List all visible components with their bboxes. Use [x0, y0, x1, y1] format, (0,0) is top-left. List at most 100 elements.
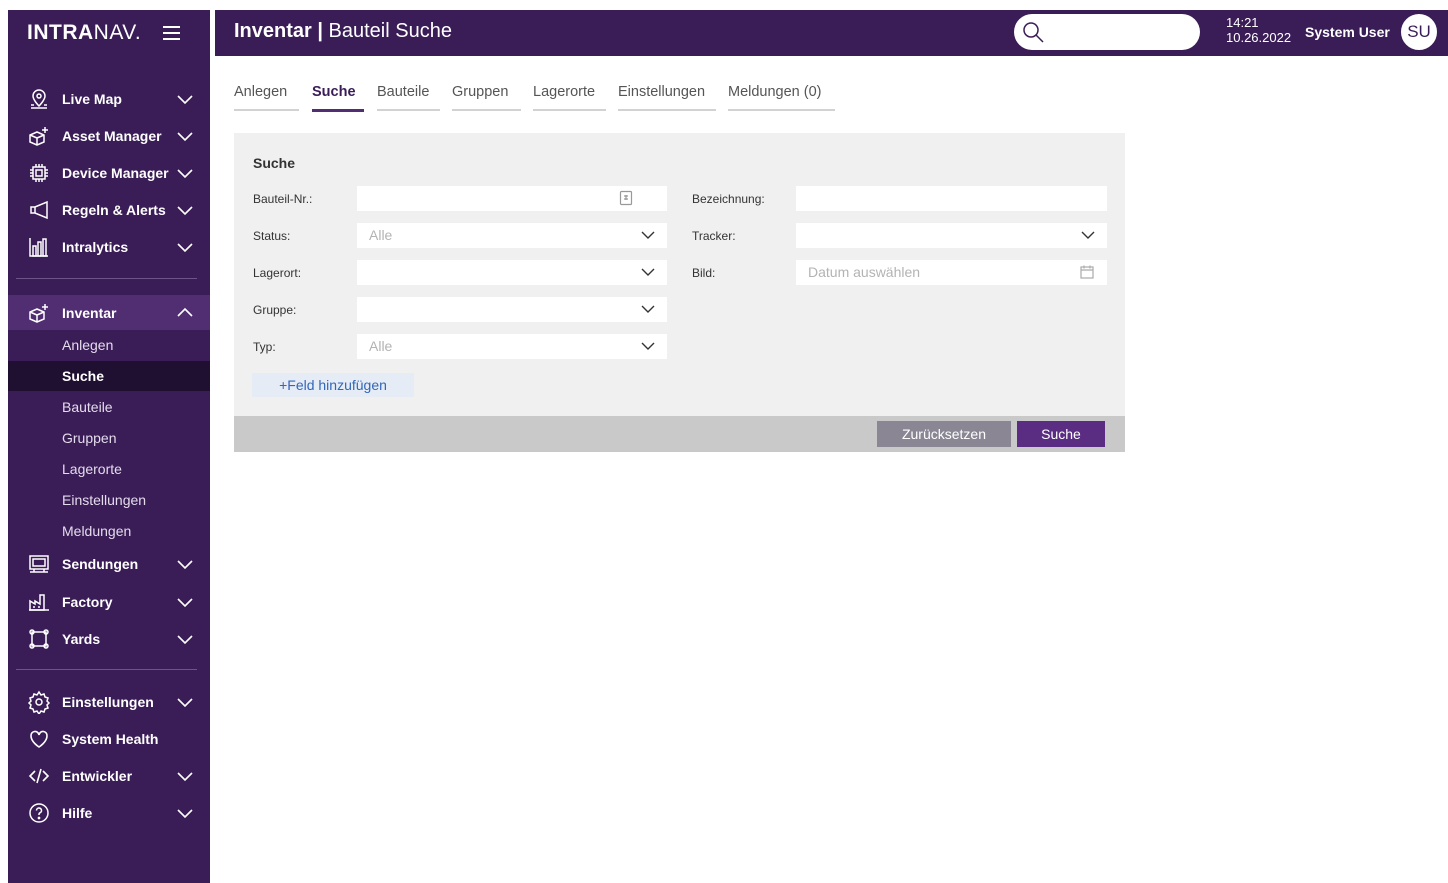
sidebar-item-asset-manager[interactable]: Asset Manager — [8, 119, 210, 152]
sidebar-subitem-bauteile[interactable]: Bauteile — [8, 392, 210, 422]
lagerort-select[interactable] — [357, 260, 667, 285]
chevron-down-icon[interactable] — [175, 200, 195, 220]
calendar-icon[interactable] — [1079, 264, 1095, 280]
sidebar-item-system-health[interactable]: System Health — [8, 722, 210, 755]
bild-date-picker[interactable]: Datum auswählen — [796, 260, 1107, 285]
tab-anlegen[interactable]: Anlegen — [234, 84, 299, 111]
typ-label: Typ: — [253, 340, 276, 354]
logo-bar: INTRANAV. — [8, 10, 210, 56]
gruppe-select[interactable] — [357, 297, 667, 322]
sidebar-divider — [16, 669, 197, 670]
sidebar-item-label: Inventar — [62, 304, 117, 321]
sidebar-item-sendungen[interactable]: Sendungen — [8, 547, 210, 580]
chevron-down-icon — [1081, 231, 1095, 239]
sidebar-subitem-einstellungen[interactable]: Einstellungen — [8, 485, 210, 515]
logo[interactable]: INTRANAV. — [27, 21, 141, 45]
tab-gruppen[interactable]: Gruppen — [452, 84, 521, 111]
sidebar-subitem-meldungen[interactable]: Meldungen — [8, 516, 210, 546]
typ-select[interactable]: Alle — [357, 334, 667, 359]
sidebar-item-einstellungen[interactable]: Einstellungen — [8, 685, 210, 718]
search-icon — [1023, 22, 1044, 43]
avatar[interactable]: SU — [1401, 14, 1437, 50]
add-field-button[interactable]: +Feld hinzufügen — [252, 373, 414, 397]
tab-lagerorte[interactable]: Lagerorte — [533, 84, 606, 111]
hamburger-menu-icon[interactable] — [163, 26, 181, 40]
chevron-down-icon[interactable] — [175, 629, 195, 649]
sidebar-item-label: Live Map — [62, 90, 122, 107]
global-search-input[interactable] — [1014, 14, 1200, 50]
chevron-down-icon — [641, 305, 655, 313]
sidebar-item-label: Regeln & Alerts — [62, 201, 166, 218]
search-button[interactable]: Suche — [1017, 421, 1105, 447]
sidebar-item-factory[interactable]: Factory — [8, 585, 210, 618]
factory-icon — [26, 589, 52, 615]
barcode-scan-icon[interactable] — [619, 190, 633, 206]
megaphone-icon — [26, 197, 52, 223]
tab-suche[interactable]: Suche — [312, 84, 364, 112]
chevron-down-icon — [641, 268, 655, 276]
sidebar-subitem-anlegen[interactable]: Anlegen — [8, 330, 210, 360]
user-name[interactable]: System User — [1305, 24, 1390, 40]
tab-bauteile[interactable]: Bauteile — [377, 84, 440, 111]
sidebar: INTRANAV. Live Map Asset Manager Device … — [8, 10, 210, 883]
sidebar-item-label: Hilfe — [62, 804, 93, 821]
tab-meldungen[interactable]: Meldungen (0) — [728, 84, 835, 111]
reset-button[interactable]: Zurücksetzen — [877, 421, 1011, 447]
bezeichnung-input[interactable] — [796, 186, 1107, 211]
tab-einstellungen[interactable]: Einstellungen — [618, 84, 716, 111]
sidebar-item-live-map[interactable]: Live Map — [8, 82, 210, 115]
chevron-down-icon[interactable] — [175, 89, 195, 109]
panel-footer: Zurücksetzen Suche — [234, 416, 1125, 452]
sidebar-subitem-lagerorte[interactable]: Lagerorte — [8, 454, 210, 484]
status-label: Status: — [253, 229, 291, 243]
sidebar-subitem-suche[interactable]: Suche — [8, 361, 210, 391]
date-text: 10.26.2022 — [1226, 30, 1292, 45]
sidebar-item-label: Einstellungen — [62, 693, 154, 710]
inventory-cube-icon — [26, 300, 52, 326]
tracker-label: Tracker: — [692, 229, 736, 243]
top-header: Inventar | Bauteil Suche 14:21 10.26.202… — [215, 10, 1448, 56]
chevron-down-icon[interactable] — [175, 163, 195, 183]
chevron-down-icon[interactable] — [175, 692, 195, 712]
asset-cube-icon — [26, 123, 52, 149]
sidebar-item-yards[interactable]: Yards — [8, 622, 210, 655]
gear-icon — [26, 689, 52, 715]
bar-chart-icon — [26, 234, 52, 260]
sidebar-divider — [16, 278, 197, 279]
sidebar-item-label: Entwickler — [62, 767, 133, 784]
chip-icon — [26, 160, 52, 186]
sidebar-item-label: Asset Manager — [62, 127, 162, 144]
sidebar-item-label: Factory — [62, 593, 113, 610]
chevron-down-icon — [641, 342, 655, 350]
chevron-down-icon[interactable] — [175, 126, 195, 146]
sidebar-item-device-manager[interactable]: Device Manager — [8, 156, 210, 189]
sidebar-item-intralytics[interactable]: Intralytics — [8, 230, 210, 263]
chevron-down-icon[interactable] — [175, 237, 195, 257]
sidebar-item-hilfe[interactable]: Hilfe — [8, 796, 210, 829]
bild-label: Bild: — [692, 266, 716, 280]
page-title: Inventar | Bauteil Suche — [234, 20, 452, 42]
sidebar-item-inventar[interactable]: Inventar — [8, 295, 210, 330]
chevron-down-icon[interactable] — [175, 803, 195, 823]
time-text: 14:21 — [1226, 15, 1259, 30]
bauteil-nr-input[interactable] — [357, 186, 667, 211]
bezeichnung-label: Bezeichnung: — [692, 192, 765, 206]
chevron-down-icon[interactable] — [175, 766, 195, 786]
tracker-select[interactable] — [796, 223, 1107, 248]
sidebar-item-label: Device Manager — [62, 164, 169, 181]
gruppe-label: Gruppe: — [253, 303, 297, 317]
map-pin-icon — [26, 86, 52, 112]
sidebar-subitem-gruppen[interactable]: Gruppen — [8, 423, 210, 453]
sidebar-item-label: Yards — [62, 630, 101, 647]
chevron-down-icon[interactable] — [175, 592, 195, 612]
panel-title: Suche — [253, 155, 296, 171]
chevron-down-icon[interactable] — [175, 554, 195, 574]
sidebar-item-regeln-alerts[interactable]: Regeln & Alerts — [8, 193, 210, 226]
help-icon — [26, 800, 52, 826]
chevron-up-icon[interactable] — [175, 303, 195, 323]
sidebar-item-entwickler[interactable]: Entwickler — [8, 759, 210, 792]
heart-icon — [26, 726, 52, 752]
chevron-down-icon — [641, 231, 655, 239]
status-select[interactable]: Alle — [357, 223, 667, 248]
datetime: 14:21 10.26.2022 — [1226, 15, 1291, 45]
